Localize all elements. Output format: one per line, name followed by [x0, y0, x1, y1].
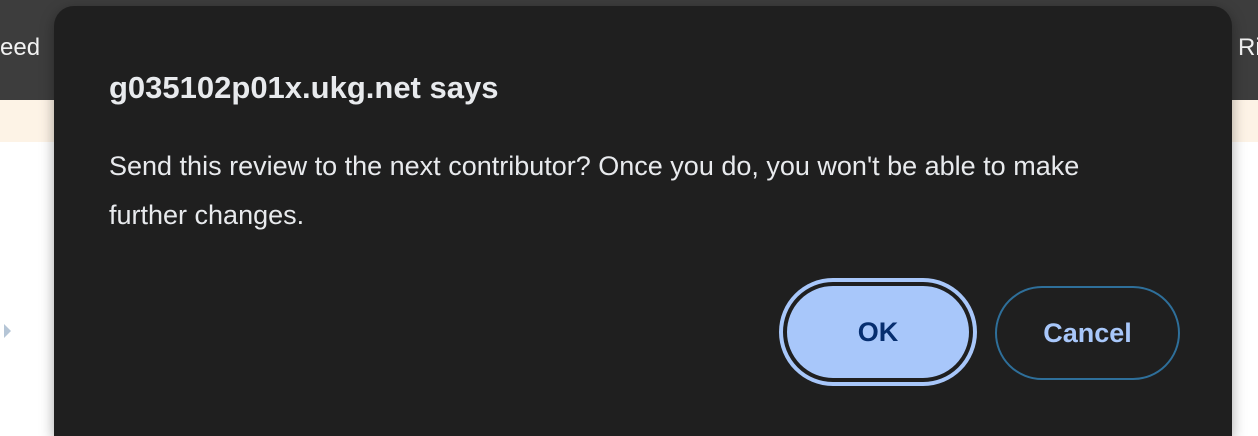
expand-arrow-icon[interactable] [4, 324, 11, 338]
background-nav-text-left: eed [0, 34, 41, 61]
dialog-message: Send this review to the next contributor… [109, 151, 1080, 230]
ok-button[interactable]: OK [783, 282, 973, 382]
dialog-title: g035102p01x.ukg.net says [109, 70, 499, 105]
alert-dialog: g035102p01x.ukg.net says Send this revie… [54, 6, 1232, 436]
background-nav-text-right: Ri [1238, 34, 1258, 61]
cancel-button[interactable]: Cancel [995, 286, 1180, 380]
